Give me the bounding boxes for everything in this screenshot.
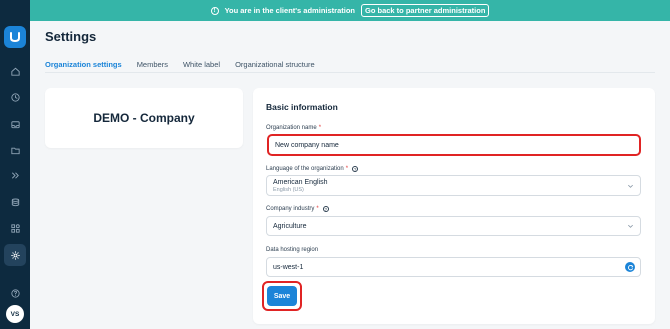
client-admin-banner: ! You are in the client's administration… [30,0,670,21]
banner-message: You are in the client's administration [224,6,355,15]
info-icon: ! [210,6,219,15]
industry-value: Agriculture [273,222,307,230]
required-marker: * [316,206,319,212]
language-value: American English [273,179,328,186]
folder-icon[interactable] [4,139,26,161]
home-icon[interactable] [4,60,26,82]
required-marker: * [345,166,349,172]
hosting-value: us-west-1 [273,263,304,271]
help-icon[interactable]: ? [322,206,329,212]
sidebar: VS [0,0,30,329]
back-to-partner-button[interactable]: Go back to partner administration [360,4,490,17]
industry-label: Company industry * ? [266,206,329,212]
apps-icon[interactable] [4,217,26,239]
help-icon[interactable]: ? [352,166,359,172]
gear-icon[interactable] [4,244,26,266]
question-icon[interactable] [4,282,26,304]
org-name-input[interactable]: New company name [267,134,641,156]
page-title: Settings [45,29,97,44]
org-name-label: Organization name * [266,125,321,131]
clock-icon[interactable] [4,86,26,108]
industry-label-text: Company industry [266,206,315,212]
language-label-text: Language of the organization [266,166,344,172]
language-sub-value: English (US) [273,187,304,193]
industry-select[interactable]: Agriculture [266,216,641,236]
org-name-value: New company name [275,141,339,149]
app-logo[interactable] [4,26,26,48]
company-card: DEMO - Company [45,88,243,148]
required-marker: * [318,125,322,131]
refresh-icon[interactable] [625,262,635,272]
save-highlight: Save [262,281,302,311]
chevron-down-icon [628,224,633,228]
tabs-divider [45,72,655,73]
database-icon[interactable] [4,191,26,213]
hosting-label: Data hosting region [266,247,318,253]
section-title: Basic information [266,102,338,112]
language-label: Language of the organization * ? [266,166,359,172]
company-name: DEMO - Company [93,111,195,125]
save-button[interactable]: Save [267,286,297,306]
user-avatar[interactable]: VS [6,305,24,323]
inbox-icon[interactable] [4,113,26,135]
basic-information-card: Basic information Organization name * Ne… [253,88,655,324]
hosting-label-text: Data hosting region [266,247,319,253]
chevron-down-icon [628,184,633,188]
hosting-region-field[interactable]: us-west-1 [266,257,641,277]
chevrons-icon[interactable] [4,164,26,186]
language-select[interactable]: American English English (US) [266,175,641,196]
org-name-label-text: Organization name [266,125,317,131]
